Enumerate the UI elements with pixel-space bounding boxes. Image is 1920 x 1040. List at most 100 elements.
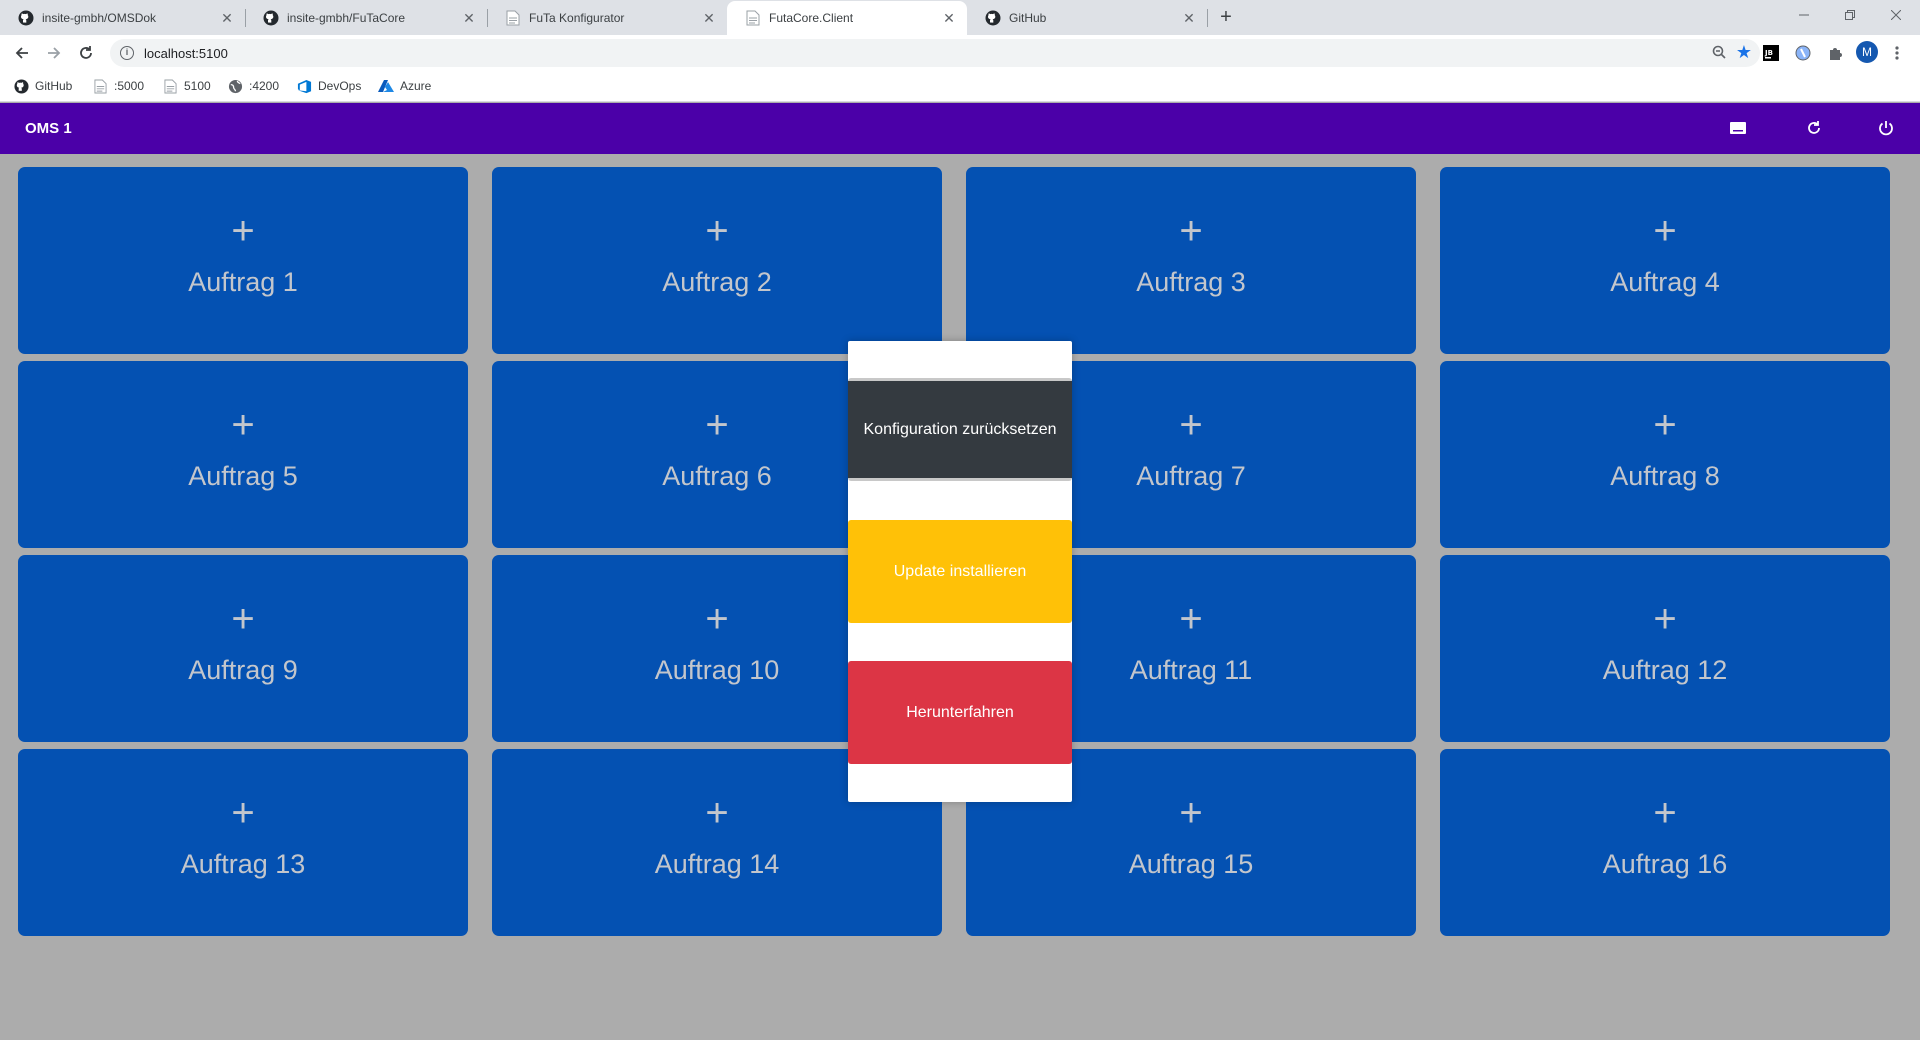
order-tile[interactable]: + Auftrag 8 xyxy=(1440,361,1890,548)
order-label: Auftrag 4 xyxy=(1610,267,1720,297)
order-label: Auftrag 5 xyxy=(188,461,298,491)
order-label: Auftrag 1 xyxy=(188,267,298,297)
plus-icon: + xyxy=(705,209,729,253)
keyboard-button[interactable] xyxy=(1726,116,1750,140)
close-tab-icon[interactable]: ✕ xyxy=(219,10,235,27)
profile-avatar[interactable]: M xyxy=(1856,41,1878,63)
bookmark-label: :4200 xyxy=(249,79,280,93)
order-tile[interactable]: + Auftrag 5 xyxy=(18,361,468,548)
forward-button[interactable] xyxy=(41,40,67,66)
reload-button[interactable] xyxy=(73,40,99,66)
page-icon xyxy=(162,78,178,94)
globe-icon xyxy=(227,78,243,94)
bookmark-label: DevOps xyxy=(318,79,362,93)
close-tab-icon[interactable]: ✕ xyxy=(701,10,717,27)
reset-config-button[interactable]: Konfiguration zurücksetzen xyxy=(848,378,1072,481)
order-label: Auftrag 14 xyxy=(654,849,780,879)
order-tile[interactable]: + Auftrag 3 xyxy=(966,167,1416,354)
tab-title: FutaCore.Client xyxy=(769,11,854,25)
browser-tab[interactable]: FuTa Konfigurator ✕ xyxy=(487,1,727,35)
page-icon xyxy=(505,10,521,26)
bookmark-azure[interactable]: Azure xyxy=(378,77,431,95)
profile-initial: M xyxy=(1862,45,1872,59)
site-info-icon[interactable]: i xyxy=(120,46,134,60)
bookmark-star-icon[interactable]: ★ xyxy=(1736,42,1752,63)
new-tab-button[interactable]: + xyxy=(1214,5,1238,29)
plus-icon: + xyxy=(231,597,255,641)
address-bar[interactable]: i localhost:5100 ★ xyxy=(110,39,1760,67)
jetbrains-extension-icon[interactable]: JB xyxy=(1762,44,1780,62)
tab-title: insite-gmbh/FuTaCore xyxy=(287,11,406,25)
restore-icon xyxy=(1845,10,1855,20)
close-tab-icon[interactable]: ✕ xyxy=(461,10,477,27)
close-tab-icon[interactable]: ✕ xyxy=(1181,10,1197,27)
browser-tab[interactable]: insite-gmbh/FuTaCore ✕ xyxy=(245,1,487,35)
refresh-icon xyxy=(1808,121,1820,134)
page-icon xyxy=(745,10,761,26)
bookmark-5100[interactable]: 5100 xyxy=(162,77,211,95)
order-tile[interactable]: + Auftrag 16 xyxy=(1440,749,1890,936)
order-tile[interactable]: + Auftrag 2 xyxy=(492,167,942,354)
bookmark-github[interactable]: GitHub xyxy=(13,77,72,95)
order-label: Auftrag 15 xyxy=(1128,849,1254,879)
bookmark-label: 5100 xyxy=(184,79,211,93)
order-label: Auftrag 3 xyxy=(1136,267,1246,297)
app-title: OMS 1 xyxy=(25,120,72,137)
refresh-button[interactable] xyxy=(1802,116,1826,140)
devops-icon xyxy=(296,78,312,94)
shutdown-button[interactable]: Herunterfahren xyxy=(848,661,1072,764)
minimize-icon xyxy=(1799,14,1809,16)
tab-title: GitHub xyxy=(1009,11,1047,25)
order-tile[interactable]: + Auftrag 9 xyxy=(18,555,468,742)
browser-tab-active[interactable]: FutaCore.Client ✕ xyxy=(727,1,967,35)
bookmark-label: Azure xyxy=(400,79,432,93)
browser-tab[interactable]: insite-gmbh/OMSDok ✕ xyxy=(0,1,245,35)
system-menu-dialog: Konfiguration zurücksetzen Update instal… xyxy=(848,341,1072,802)
arrow-right-icon xyxy=(48,47,61,59)
svg-text:JB: JB xyxy=(1764,49,1773,57)
app-header: OMS 1 xyxy=(0,103,1920,154)
order-label: Auftrag 2 xyxy=(662,267,772,297)
order-label: Auftrag 8 xyxy=(1610,461,1720,491)
bookmark-5000[interactable]: :5000 xyxy=(92,77,144,95)
close-tab-icon[interactable]: ✕ xyxy=(941,10,957,27)
close-icon xyxy=(1891,10,1901,20)
zoom-icon[interactable] xyxy=(1712,45,1726,62)
back-button[interactable] xyxy=(9,40,35,66)
plus-icon: + xyxy=(1653,403,1677,447)
azure-icon xyxy=(378,78,394,94)
github-icon xyxy=(985,10,1001,26)
order-tile[interactable]: + Auftrag 12 xyxy=(1440,555,1890,742)
tab-title: FuTa Konfigurator xyxy=(529,11,625,25)
extension-icon[interactable] xyxy=(1794,44,1812,62)
page-icon xyxy=(92,78,108,94)
order-tile[interactable]: + Auftrag 4 xyxy=(1440,167,1890,354)
order-tile[interactable]: + Auftrag 1 xyxy=(18,167,468,354)
plus-icon: + xyxy=(231,403,255,447)
url-text: localhost:5100 xyxy=(144,45,228,61)
puzzle-extensions-icon[interactable] xyxy=(1826,44,1844,62)
plus-icon: + xyxy=(231,791,255,835)
install-update-button[interactable]: Update installieren xyxy=(848,520,1072,623)
plus-icon: + xyxy=(1179,209,1203,253)
tab-title: insite-gmbh/OMSDok xyxy=(42,11,157,25)
bookmarks-bar: GitHub :5000 5100 :4200 DevOps Azure xyxy=(0,70,1920,102)
close-window-button[interactable] xyxy=(1873,0,1919,30)
browser-toolbar: i localhost:5100 ★ JB M xyxy=(0,35,1920,70)
restore-button[interactable] xyxy=(1827,0,1873,30)
reload-icon xyxy=(80,46,92,59)
minimize-button[interactable] xyxy=(1781,0,1827,30)
github-icon xyxy=(263,10,279,26)
power-button[interactable] xyxy=(1874,116,1898,140)
bookmark-devops[interactable]: DevOps xyxy=(296,77,361,95)
tab-separator xyxy=(1207,9,1208,27)
order-tile[interactable]: + Auftrag 13 xyxy=(18,749,468,936)
browser-menu-icon[interactable] xyxy=(1888,44,1906,62)
bookmark-label: :5000 xyxy=(114,79,145,93)
bookmark-4200[interactable]: :4200 xyxy=(227,77,279,95)
order-label: Auftrag 13 xyxy=(180,849,306,879)
plus-icon: + xyxy=(231,209,255,253)
plus-icon: + xyxy=(1653,791,1677,835)
browser-tab[interactable]: GitHub ✕ xyxy=(967,1,1207,35)
keyboard-icon xyxy=(1730,122,1746,134)
